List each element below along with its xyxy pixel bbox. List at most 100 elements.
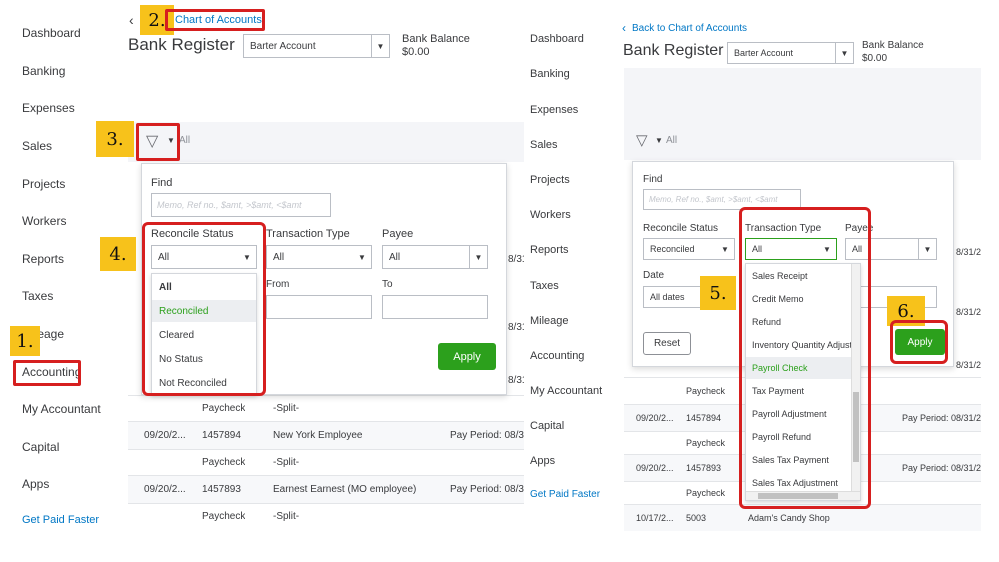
row-date: 09/20/2... — [144, 484, 186, 495]
row-memo-partial: 8/31. — [508, 375, 524, 386]
row-date: 09/20/2... — [144, 430, 186, 441]
table-row[interactable]: Paycheck -Split- — [128, 503, 524, 529]
chevron-down-icon: ▼ — [918, 239, 936, 259]
row-ref: 5003 — [686, 513, 707, 523]
highlight-filter-icon — [136, 123, 180, 161]
nav-taxes[interactable]: Taxes — [530, 280, 559, 292]
from-label: From — [266, 279, 290, 290]
nav-apps[interactable]: Apps — [530, 455, 555, 467]
nav-capital[interactable]: Capital — [530, 420, 564, 432]
apply-button[interactable]: Apply — [438, 343, 496, 370]
nav-workers[interactable]: Workers — [22, 214, 66, 228]
nav-projects[interactable]: Projects — [530, 174, 570, 186]
highlight-accounting — [13, 360, 81, 386]
filter-dropdown-caret-icon[interactable]: ▼ — [655, 136, 663, 145]
page-title: Bank Register — [623, 42, 724, 59]
nav-my-accountant[interactable]: My Accountant — [530, 385, 602, 397]
callout-step-5: 5. — [700, 276, 736, 310]
nav-sales[interactable]: Sales — [22, 139, 52, 153]
callout-step-4: 4. — [100, 237, 136, 271]
table-row[interactable]: Paycheck -Split- — [128, 395, 524, 421]
nav-apps[interactable]: Apps — [22, 477, 49, 491]
back-chevron-icon[interactable]: ‹ — [622, 21, 626, 35]
account-select-value: Barter Account — [250, 40, 316, 52]
reset-button[interactable]: Reset — [643, 332, 691, 355]
callout-step-3: 3. — [96, 121, 134, 157]
account-select[interactable]: Barter Account ▼ — [727, 42, 854, 64]
row-ref: Paycheck — [202, 457, 246, 468]
transaction-type-value: All — [273, 251, 285, 263]
nav-taxes[interactable]: Taxes — [22, 289, 53, 303]
get-paid-faster-link[interactable]: Get Paid Faster — [22, 514, 99, 526]
account-select[interactable]: Barter Account ▼ — [243, 34, 390, 58]
row-ref: 1457894 — [202, 430, 241, 441]
row-payee: New York Employee — [273, 430, 363, 441]
row-memo: Pay Period: 08/31... — [450, 484, 524, 495]
row-payee: -Split- — [273, 457, 300, 468]
find-input[interactable]: Memo, Ref no., $amt, >$amt, <$amt — [151, 193, 331, 217]
filter-all-label: All — [179, 135, 191, 146]
date-label: Date — [643, 270, 665, 281]
chevron-down-icon: ▼ — [469, 246, 487, 268]
account-select-value: Barter Account — [734, 48, 794, 58]
row-ref: Paycheck — [686, 386, 726, 396]
nav-reports[interactable]: Reports — [530, 244, 569, 256]
nav-expenses[interactable]: Expenses — [22, 101, 75, 115]
row-memo: Pay Period: 08/31/2... — [902, 463, 981, 473]
nav-projects[interactable]: Projects — [22, 177, 65, 191]
top-gray-area — [624, 68, 981, 120]
row-ref: Paycheck — [686, 488, 726, 498]
filter-icon[interactable]: ▽ — [636, 131, 648, 149]
to-input[interactable] — [382, 295, 488, 319]
row-memo-partial: 8/31. — [508, 254, 524, 265]
left-screenshot: Dashboard Banking Expenses Sales Project… — [18, 0, 524, 540]
row-ref: Paycheck — [202, 511, 246, 522]
chevron-down-icon: ▼ — [371, 35, 389, 57]
chevron-down-icon: ▼ — [358, 252, 366, 262]
get-paid-faster-link[interactable]: Get Paid Faster — [530, 489, 600, 500]
nav-sales[interactable]: Sales — [530, 139, 558, 151]
nav-dashboard[interactable]: Dashboard — [22, 26, 81, 40]
row-ref: Paycheck — [686, 438, 726, 448]
nav-my-accountant[interactable]: My Accountant — [22, 402, 101, 416]
row-memo-partial: 8/31/2 — [956, 360, 981, 370]
page-title: Bank Register — [128, 35, 235, 54]
highlight-apply-button — [890, 320, 948, 364]
row-memo-partial: 8/31. — [508, 322, 524, 333]
nav-expenses[interactable]: Expenses — [530, 104, 578, 116]
nav-banking[interactable]: Banking — [22, 64, 65, 78]
right-sidebar: Dashboard Banking Expenses Sales Project… — [528, 0, 622, 540]
reconcile-status-select[interactable]: Reconciled ▼ — [643, 238, 735, 260]
to-label: To — [382, 279, 393, 290]
chevron-down-icon: ▼ — [721, 244, 729, 254]
payee-select[interactable]: All ▼ — [382, 245, 488, 269]
payee-label: Payee — [382, 228, 414, 240]
from-input[interactable] — [266, 295, 372, 319]
back-chevron-icon[interactable]: ‹ — [129, 12, 134, 28]
date-value: All dates — [650, 292, 685, 302]
row-ref: 1457893 — [202, 484, 241, 495]
table-row[interactable]: 09/20/2... 1457894 New York Employee Pay… — [128, 421, 524, 449]
row-memo: Pay Period: 08/31... — [450, 430, 524, 441]
nav-accounting[interactable]: Accounting — [530, 350, 584, 362]
nav-mileage[interactable]: Mileage — [530, 315, 569, 327]
nav-reports[interactable]: Reports — [22, 252, 64, 266]
row-ref: Paycheck — [202, 403, 246, 414]
row-payee: -Split- — [273, 511, 300, 522]
bank-balance-value: $0.00 — [402, 46, 430, 58]
transaction-type-select[interactable]: All ▼ — [266, 245, 372, 269]
back-to-chart-of-accounts-link[interactable]: Back to Chart of Accounts — [632, 23, 747, 34]
bank-balance-label: Bank Balance — [862, 40, 924, 51]
filter-all-label: All — [666, 135, 678, 146]
nav-banking[interactable]: Banking — [530, 68, 570, 80]
highlight-reconcile-status — [142, 222, 266, 396]
table-row[interactable]: 09/20/2... 1457893 Earnest Earnest (MO e… — [128, 475, 524, 503]
reconcile-status-value: Reconciled — [650, 244, 695, 254]
nav-dashboard[interactable]: Dashboard — [530, 33, 584, 45]
table-row[interactable]: Paycheck -Split- — [128, 449, 524, 475]
nav-workers[interactable]: Workers — [530, 209, 571, 221]
find-label: Find — [643, 174, 663, 185]
bank-balance-value: $0.00 — [862, 53, 888, 64]
nav-capital[interactable]: Capital — [22, 440, 59, 454]
callout-step-1: 1. — [10, 326, 40, 356]
